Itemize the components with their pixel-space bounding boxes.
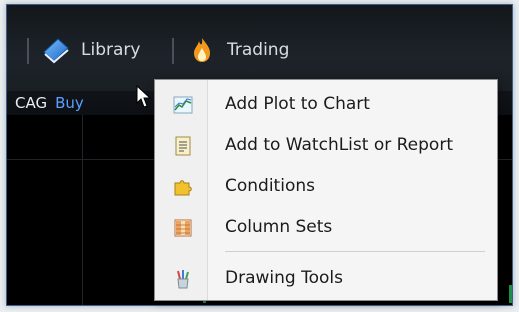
library-label: Library (81, 40, 141, 60)
menu-item-drawing-tools[interactable]: Drawing Tools (155, 259, 497, 299)
library-book-icon (43, 38, 69, 64)
toolbar-separator (27, 38, 29, 64)
puzzle-piece-icon (174, 180, 192, 196)
menu-item-label: Column Sets (225, 217, 333, 237)
buy-label[interactable]: Buy (55, 94, 84, 112)
menu-separator (225, 251, 485, 252)
menu-item-label: Drawing Tools (225, 268, 343, 288)
watchlist-report-icon (175, 136, 191, 156)
toolbar-separator (172, 38, 174, 64)
context-menu: Add Plot to Chart Add to WatchList or Re… (154, 79, 498, 301)
menu-item-conditions[interactable]: Conditions (155, 167, 497, 207)
menu-item-label: Add Plot to Chart (225, 94, 370, 114)
symbol-label[interactable]: CAG (15, 94, 47, 112)
volume-bar (509, 285, 512, 303)
chart-plot-icon (173, 96, 193, 114)
flame-icon (194, 38, 210, 62)
trading-button[interactable]: Trading (187, 35, 289, 65)
menu-item-label: Add to WatchList or Report (225, 135, 453, 155)
pencil-cup-icon (177, 270, 189, 289)
menu-item-add-watchlist[interactable]: Add to WatchList or Report (155, 126, 497, 166)
mouse-cursor-icon (136, 85, 152, 108)
menu-item-add-plot[interactable]: Add Plot to Chart (155, 85, 497, 125)
library-button[interactable]: Library (41, 35, 140, 65)
column-grid-icon (174, 219, 192, 237)
trading-label: Trading (227, 40, 290, 60)
menu-item-column-sets[interactable]: Column Sets (155, 208, 497, 248)
menu-item-label: Conditions (225, 176, 315, 196)
grid-line (82, 115, 83, 305)
